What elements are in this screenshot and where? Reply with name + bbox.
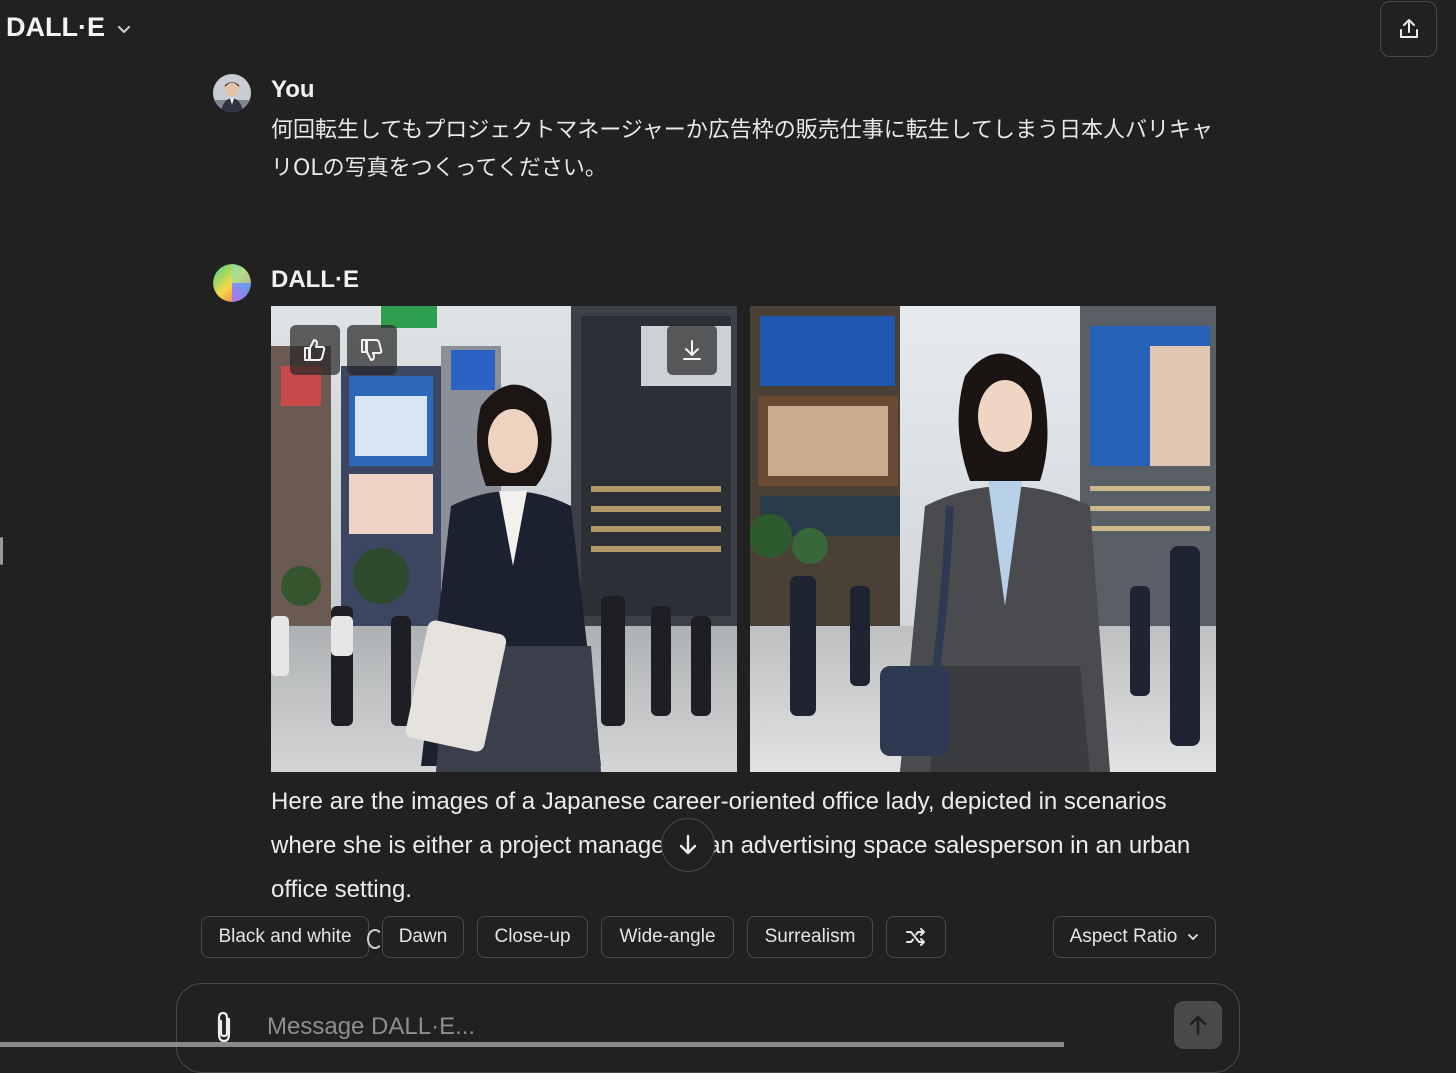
send-button[interactable] <box>1174 1001 1222 1049</box>
model-name: DALL·E <box>6 12 105 42</box>
thumbs-up-icon <box>304 339 326 361</box>
share-button[interactable] <box>1380 1 1437 57</box>
generated-image-2[interactable] <box>750 306 1216 772</box>
arrow-up-icon <box>1189 1015 1207 1036</box>
loading-spinner-icon <box>367 929 383 949</box>
assistant-name: DALL·E <box>271 266 359 293</box>
arrow-down-icon <box>679 834 697 855</box>
author-name: You <box>271 76 315 103</box>
header: DALL·E <box>0 0 1456 60</box>
message-composer <box>176 983 1240 1073</box>
chip-black-and-white[interactable]: Black and white <box>201 916 369 958</box>
avatar <box>213 74 251 112</box>
chip-close-up[interactable]: Close-up <box>477 916 588 958</box>
scroll-down-button[interactable] <box>661 818 715 872</box>
chevron-down-icon <box>1188 934 1199 940</box>
download-icon <box>683 340 701 360</box>
thumbs-down-icon <box>361 339 383 361</box>
attach-button[interactable] <box>209 1009 239 1045</box>
aspect-ratio-dropdown[interactable]: Aspect Ratio <box>1053 916 1216 958</box>
generated-image-1[interactable] <box>271 306 737 772</box>
chip-wide-angle[interactable]: Wide-angle <box>601 916 734 958</box>
paperclip-icon <box>217 1011 231 1043</box>
user-message-text: 何回転生してもプロジェクトマネージャーか広告枠の販売仕事に転生してしまう日本人バ… <box>271 118 1214 181</box>
horizontal-scrollbar[interactable] <box>0 1042 1064 1047</box>
chip-dawn[interactable]: Dawn <box>382 916 464 958</box>
dislike-button[interactable] <box>347 325 397 375</box>
assistant-message-text: Here are the images of a Japanese career… <box>271 788 1191 903</box>
dalle-avatar <box>213 264 251 302</box>
share-icon <box>1399 19 1418 38</box>
model-switcher[interactable]: DALL·E <box>6 12 131 43</box>
download-button[interactable] <box>667 325 717 375</box>
shuffle-icon <box>906 928 925 946</box>
sidebar-handle[interactable] <box>0 537 3 565</box>
like-button[interactable] <box>290 325 340 375</box>
aspect-ratio-label: Aspect Ratio <box>1069 926 1178 947</box>
shuffle-button[interactable] <box>886 916 946 958</box>
chevron-down-icon <box>117 25 130 33</box>
chip-surrealism[interactable]: Surrealism <box>747 916 873 958</box>
